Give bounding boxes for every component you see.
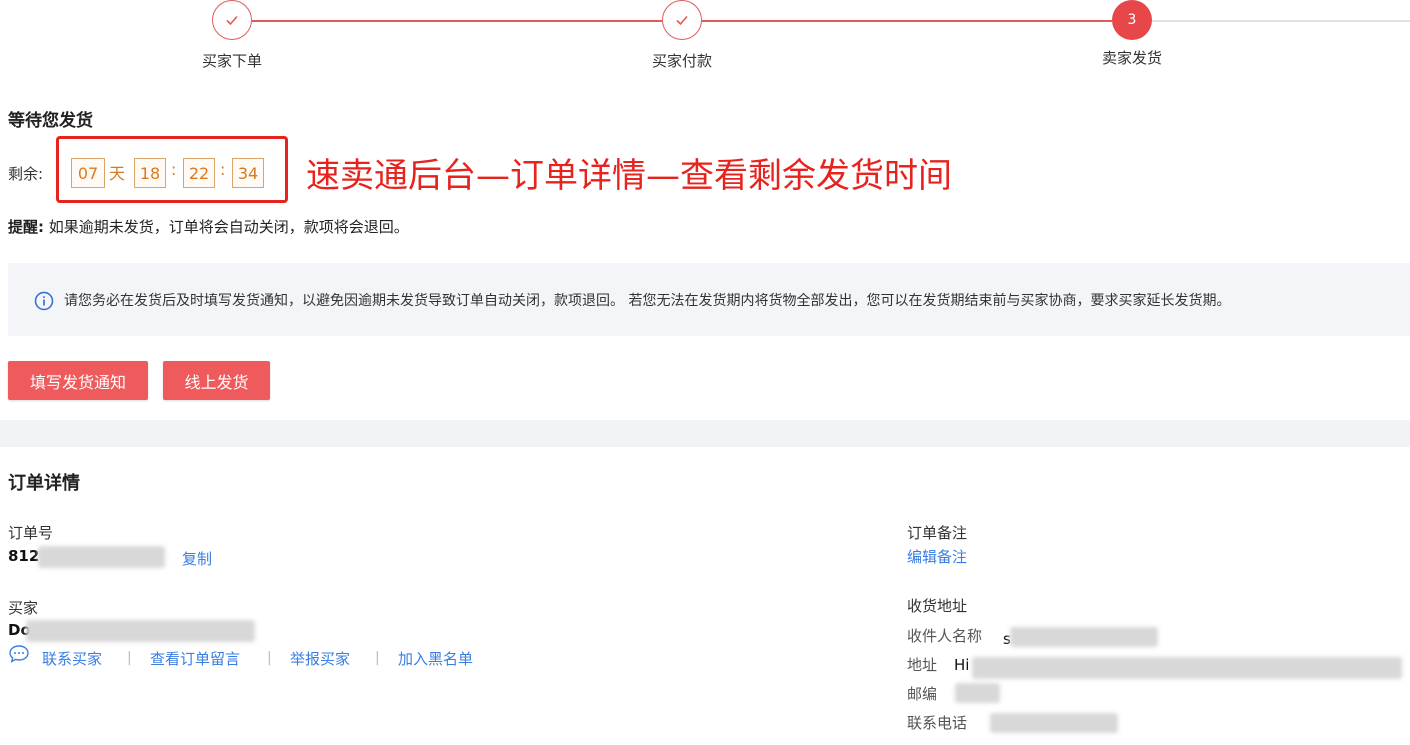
action-separator: |	[267, 650, 272, 666]
buyer-label: 买家	[8, 599, 39, 617]
redacted-phone	[990, 713, 1118, 733]
step-1-label: 买家下单	[201, 52, 262, 70]
reminder-text: 如果逾期未发货，订单将会自动关闭，款项将会退回。	[48, 218, 409, 236]
step-3-number: 3	[1127, 12, 1137, 28]
redacted-address	[972, 657, 1402, 679]
zip-label: 邮编	[907, 685, 938, 703]
step-3-circle: 3	[1112, 0, 1152, 40]
copy-order-number-link[interactable]: 复制	[182, 548, 212, 569]
address-label: 地址	[907, 656, 938, 674]
redacted-zip	[955, 683, 1000, 703]
reminder-label: 提醒:	[8, 218, 44, 236]
notice-text: 请您务必在发货后及时填写发货通知，以避免因逾期未发货导致订单自动关闭，款项退回。…	[64, 293, 1231, 309]
reminder-row: 提醒: 如果逾期未发货，订单将会自动关闭，款项将会退回。	[8, 216, 409, 237]
info-icon	[34, 291, 54, 311]
order-number-label: 订单号	[8, 524, 54, 542]
redacted-buyer-name	[26, 620, 255, 642]
view-order-messages-link[interactable]: 查看订单留言	[150, 648, 240, 669]
check-icon	[676, 15, 688, 26]
shipping-title: 等待您发货	[8, 111, 93, 131]
add-to-blacklist-link[interactable]: 加入黑名单	[398, 648, 473, 669]
order-detail-title: 订单详情	[8, 473, 80, 494]
report-buyer-link[interactable]: 举报买家	[290, 648, 350, 669]
order-number-value: 812	[8, 547, 40, 565]
step-2-circle	[662, 0, 702, 40]
step-3-label: 卖家发货	[1101, 49, 1162, 67]
countdown-highlight-frame	[56, 136, 288, 203]
section-divider	[0, 420, 1410, 447]
fill-shipping-notice-button[interactable]: 填写发货通知	[8, 361, 148, 400]
address-value: Hi	[954, 656, 970, 674]
action-separator: |	[127, 650, 132, 666]
step-line-2	[702, 20, 1112, 22]
remaining-label: 剩余:	[8, 165, 44, 183]
order-remark-label: 订单备注	[907, 524, 968, 542]
shipping-address-title: 收货地址	[907, 597, 968, 615]
redacted-order-number	[38, 546, 165, 568]
edit-remark-link[interactable]: 编辑备注	[907, 546, 967, 567]
check-icon	[226, 15, 238, 26]
annotation-text: 速卖通后台—订单详情—查看剩余发货时间	[306, 156, 952, 196]
redacted-recipient	[1010, 627, 1158, 647]
online-shipping-button[interactable]: 线上发货	[163, 361, 270, 400]
phone-label: 联系电话	[907, 714, 968, 732]
step-line-3	[1152, 20, 1410, 22]
chat-icon[interactable]	[8, 644, 30, 664]
step-2-label: 买家付款	[651, 52, 712, 70]
contact-buyer-link[interactable]: 联系买家	[42, 648, 102, 669]
recipient-label: 收件人名称	[907, 627, 983, 645]
action-separator: |	[375, 650, 380, 666]
step-1-circle	[212, 0, 252, 40]
step-line-1	[252, 20, 662, 22]
